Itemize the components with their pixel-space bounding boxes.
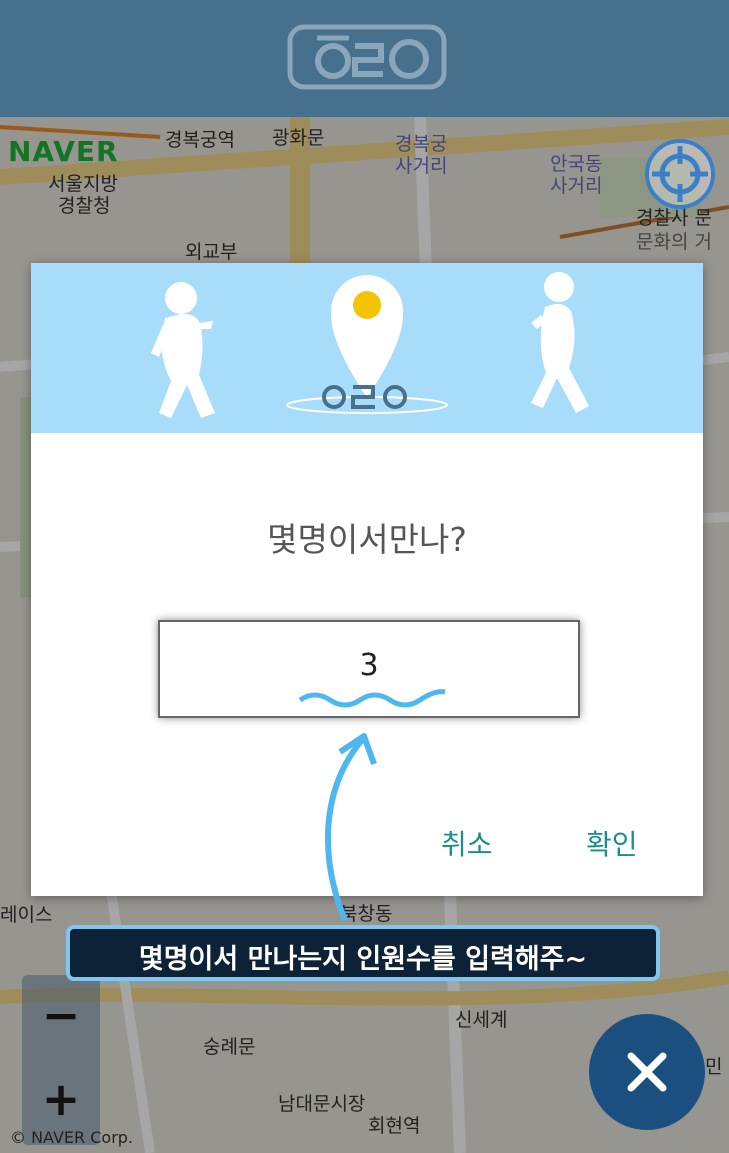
walking-person-icon	[151, 282, 215, 418]
app-header	[0, 0, 729, 117]
dialog-title: 몇명이서만나?	[267, 520, 467, 559]
ok-button[interactable]: 확인	[586, 823, 638, 863]
zoom-out-button[interactable]: −	[22, 975, 100, 1055]
close-button[interactable]	[589, 1014, 705, 1130]
hint-banner: 몇명이서 만나는지 인원수를 입력해주~	[66, 925, 660, 981]
banner-illustration	[151, 272, 589, 418]
map-copyright: © NAVER Corp.	[10, 1128, 134, 1147]
location-pin-icon	[286, 275, 448, 414]
dialog-banner	[31, 263, 703, 433]
zoom-in-button[interactable]: +	[22, 1059, 100, 1139]
input-value: 3	[359, 648, 379, 683]
close-icon	[627, 1052, 667, 1092]
annotation-arrow	[298, 689, 446, 922]
crosshair-icon[interactable]	[644, 138, 716, 210]
o2o-logo	[287, 24, 447, 90]
zoom-controls: − +	[22, 975, 100, 1145]
walking-person-icon	[531, 272, 589, 413]
hint-text: 몇명이서 만나는지 인원수를 입력해주~	[138, 944, 588, 975]
